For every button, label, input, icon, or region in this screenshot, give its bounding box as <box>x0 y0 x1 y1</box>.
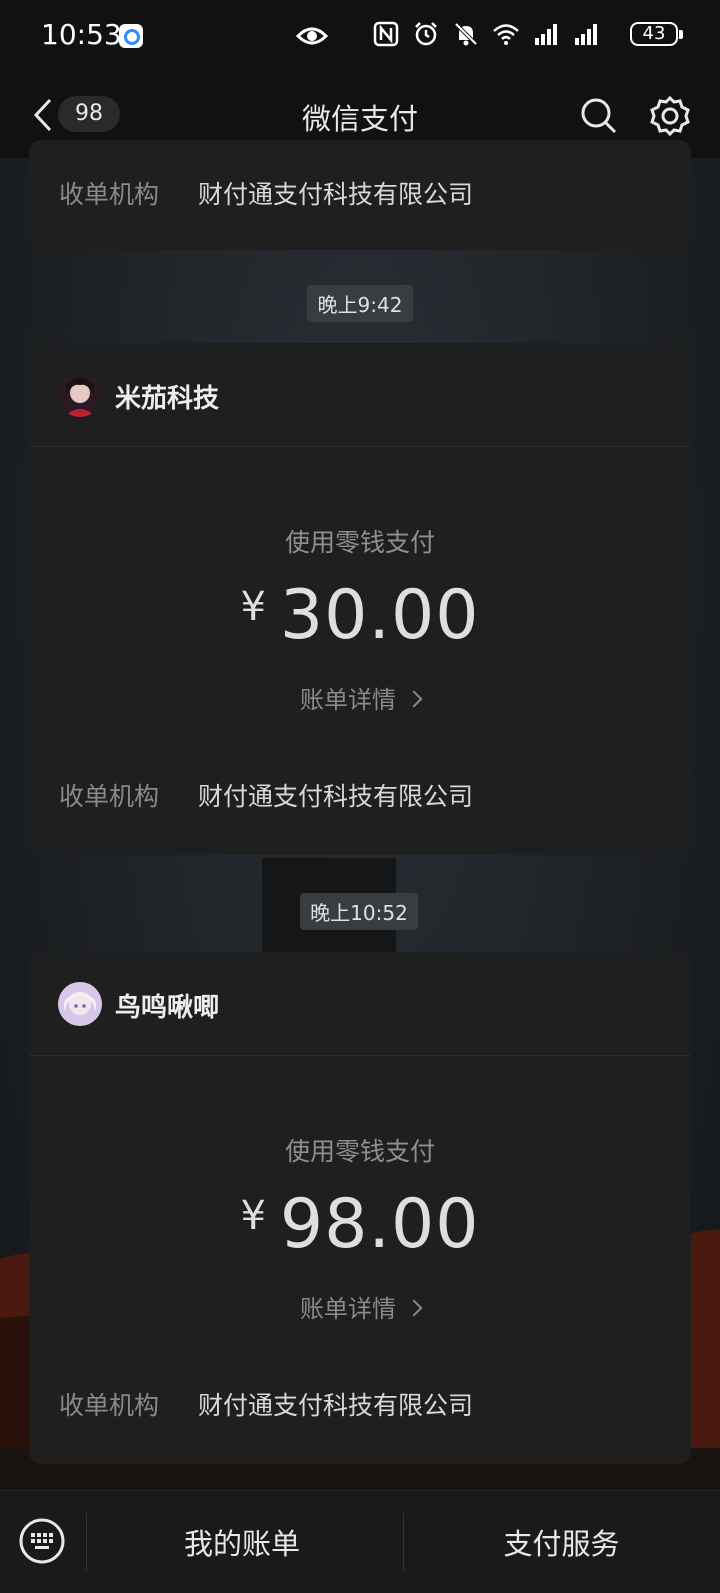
message-timestamp: 晚上9:42 <box>307 285 413 322</box>
amount-display: ¥30.00 <box>29 576 691 655</box>
card-header[interactable]: 鸟鸣啾唧 <box>29 952 691 1056</box>
alarm-icon <box>415 22 437 46</box>
message-timestamp: 晚上10:52 <box>300 893 418 930</box>
chevron-right-icon <box>405 1299 423 1317</box>
status-time: 10:53 <box>41 18 122 51</box>
payment-card[interactable]: 鸟鸣啾唧 使用零钱支付 ¥98.00 账单详情 收单机构 财付通支付科技有限公司 <box>29 952 691 1464</box>
payment-method: 使用零钱支付 <box>284 528 435 557</box>
eye-icon <box>296 27 328 45</box>
acquirer-value: 财付通支付科技有限公司 <box>198 1391 474 1420</box>
my-bills-button[interactable]: 我的账单 <box>86 1521 398 1563</box>
merchant-name: 鸟鸣啾唧 <box>115 993 220 1023</box>
message-card-partial: 收单机构 财付通支付科技有限公司 <box>29 140 691 250</box>
acquirer-label: 收单机构 <box>59 782 160 811</box>
signal-icon <box>535 24 557 45</box>
amount-display: ¥98.00 <box>29 1185 691 1264</box>
notification-app-icon <box>119 24 143 48</box>
battery-indicator: 43 <box>630 22 683 46</box>
acquirer-value: 财付通支付科技有限公司 <box>198 180 474 209</box>
merchant-name: 米茄科技 <box>115 384 220 414</box>
currency-symbol: ¥ <box>240 584 266 630</box>
payment-amount: 98.00 <box>279 1185 480 1264</box>
card-header[interactable]: 米茄科技 <box>29 343 691 447</box>
payment-card[interactable]: 米茄科技 使用零钱支付 ¥30.00 账单详情 收单机构 财付通支付科技有限公司 <box>29 343 691 855</box>
currency-symbol: ¥ <box>240 1193 266 1239</box>
keyboard-icon[interactable] <box>18 1517 66 1565</box>
bill-detail-link[interactable]: 账单详情 <box>29 1289 691 1324</box>
mute-bell-icon <box>454 22 478 46</box>
acquirer-label: 收单机构 <box>59 1391 160 1420</box>
wifi-icon <box>493 24 519 45</box>
gear-icon[interactable] <box>648 94 692 138</box>
bill-detail-link[interactable]: 账单详情 <box>29 680 691 715</box>
bill-detail-label: 账单详情 <box>300 1295 396 1323</box>
acquirer-label: 收单机构 <box>59 180 160 209</box>
merchant-avatar <box>58 982 102 1026</box>
payment-services-button[interactable]: 支付服务 <box>403 1521 720 1563</box>
payment-amount: 30.00 <box>279 576 480 655</box>
payment-method: 使用零钱支付 <box>284 1137 435 1166</box>
acquirer-value: 财付通支付科技有限公司 <box>198 782 474 811</box>
nfc-icon <box>373 21 399 47</box>
status-bar: 10:53 43 <box>0 0 720 72</box>
search-icon[interactable] <box>579 96 619 136</box>
bill-detail-label: 账单详情 <box>300 686 396 714</box>
chevron-right-icon <box>405 690 423 708</box>
signal-icon-2 <box>575 24 597 45</box>
merchant-avatar <box>58 373 102 417</box>
bottom-menu-bar: 我的账单 支付服务 <box>0 1490 720 1593</box>
